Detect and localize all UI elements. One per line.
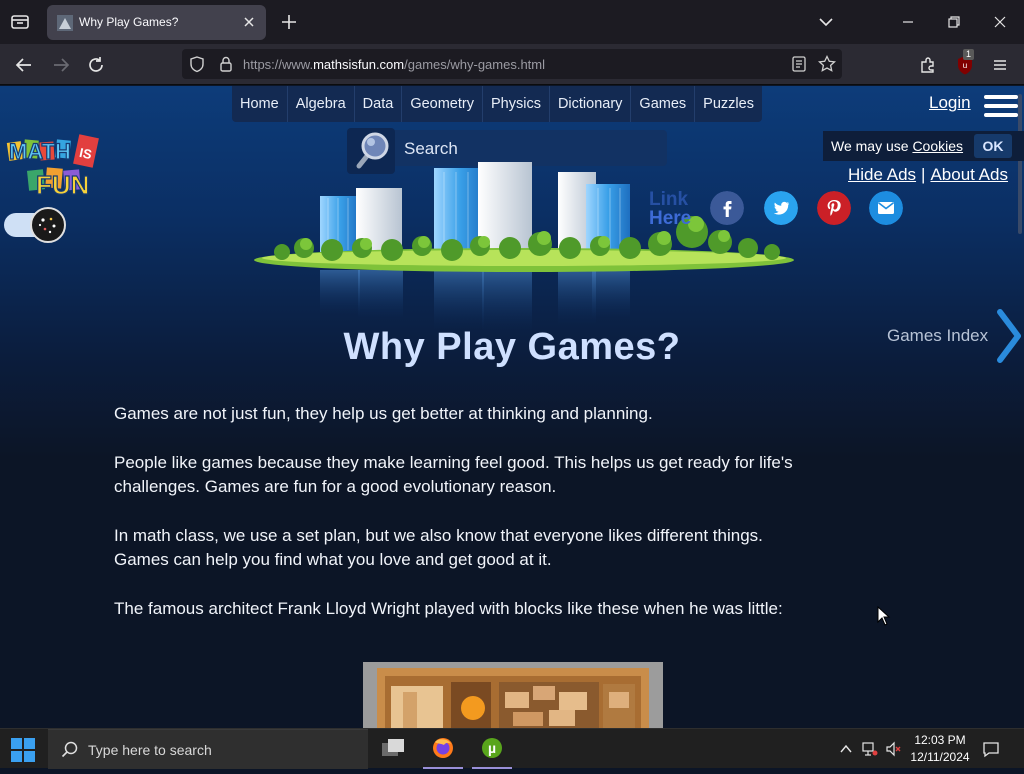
nav-home[interactable]: Home [232,86,288,122]
extension-badge-count: 1 [963,49,975,60]
site-menu-hamburger-icon[interactable] [984,92,1018,124]
minimize-window-icon[interactable] [898,12,918,32]
page-scrollbar[interactable] [1018,94,1022,234]
site-search-box[interactable]: Search [347,128,667,174]
taskbar-search-placeholder: Type here to search [88,742,212,758]
cookie-ok-button[interactable]: OK [974,134,1012,158]
restore-window-icon[interactable] [944,12,964,32]
wooden-blocks-photo [363,662,663,728]
firefox-taskbar-icon[interactable] [420,729,466,769]
about-ads-link[interactable]: About Ads [930,165,1008,184]
bookmark-star-icon[interactable] [817,54,837,74]
volume-muted-icon[interactable] [886,741,902,757]
pinterest-share-icon[interactable] [817,191,851,225]
new-tab-icon[interactable] [280,13,298,31]
taskbar-search-box[interactable]: Type here to search [48,729,368,769]
logo-text-math: MATH [9,139,71,164]
email-share-icon[interactable] [869,191,903,225]
close-tab-icon[interactable] [240,13,258,31]
browser-tab-active[interactable]: Why Play Games? [47,5,266,40]
nav-games[interactable]: Games [631,86,696,122]
tab-title: Why Play Games? [79,15,179,29]
tab-favicon-icon [57,15,73,31]
paragraph: The famous architect Frank Lloyd Wright … [114,598,783,618]
cookies-link[interactable]: Cookies [912,138,963,154]
windows-start-icon[interactable] [11,738,35,762]
task-view-app-icon[interactable] [370,729,416,769]
nav-physics[interactable]: Physics [483,86,550,122]
nav-data[interactable]: Data [355,86,403,122]
windows-taskbar: Type here to search µ 12:03 PM 12/11/202… [0,728,1024,769]
tracking-protection-shield-icon[interactable] [188,55,206,73]
twitter-share-icon[interactable] [764,191,798,225]
search-icon [61,741,78,758]
url-text: https://www.mathsisfun.com/games/why-gam… [243,57,546,72]
city-island-banner-image [254,162,794,332]
page-title: Why Play Games? [343,326,681,368]
utorrent-taskbar-icon[interactable]: µ [469,729,515,769]
nav-puzzles[interactable]: Puzzles [695,86,762,122]
list-all-tabs-icon[interactable] [8,11,32,33]
link-here-button[interactable]: Link Here [649,190,691,228]
network-icon[interactable] [862,741,878,757]
cookie-notice: We may use Cookies OK [823,131,1024,161]
forward-arrow-icon[interactable] [50,54,72,76]
browser-toolbar: https://www.mathsisfun.com/games/why-gam… [0,44,1024,85]
svg-text:µ: µ [488,740,496,756]
login-link[interactable]: Login [929,93,971,113]
clock-date: 12/11/2024 [910,750,970,764]
site-main-nav: Home Algebra Data Geometry Physics Dicti… [232,86,762,122]
hide-ads-link[interactable]: Hide Ads [848,165,916,184]
ad-links: Hide Ads | About Ads [848,165,1008,185]
lock-icon[interactable] [217,55,235,73]
nav-dictionary[interactable]: Dictionary [550,86,632,122]
nav-geometry[interactable]: Geometry [402,86,483,122]
mouse-cursor-icon [877,606,891,626]
math-is-fun-logo[interactable]: MATH IS FUN [6,134,114,206]
app-menu-icon[interactable] [990,55,1010,75]
paragraph: People like games because they make lear… [114,452,793,497]
nav-algebra[interactable]: Algebra [288,86,355,122]
browser-tab-bar: Why Play Games? [0,0,1024,44]
clock-time: 12:03 PM [914,733,966,747]
logo-text-fun: FUN [36,170,89,200]
paragraph: In math class, we use a set plan, but we… [114,525,763,570]
notifications-icon[interactable] [982,740,1000,758]
cookie-notice-text: We may use [831,138,909,154]
web-page: Home Algebra Data Geometry Physics Dicti… [0,86,1024,728]
facebook-share-icon[interactable] [710,191,744,225]
show-hidden-icons-chevron-icon[interactable] [838,741,854,757]
tab-overflow-chevron-icon[interactable] [816,12,836,32]
back-arrow-icon[interactable] [13,54,35,76]
ublock-extension-icon[interactable]: u 1 [955,49,975,76]
ad-links-separator: | [921,165,926,184]
taskbar-clock[interactable]: 12:03 PM 12/11/2024 [904,732,976,766]
paragraph: Games are not just fun, they help us get… [114,404,653,423]
search-label: Search [404,139,458,158]
extensions-puzzle-icon[interactable] [918,55,938,75]
svg-text:u: u [963,61,967,70]
address-bar[interactable]: https://www.mathsisfun.com/games/why-gam… [182,49,842,79]
dark-mode-toggle[interactable] [3,206,67,244]
article-content: Games are not just fun, they help us get… [114,402,814,645]
reload-icon[interactable] [85,54,107,76]
close-window-icon[interactable] [990,12,1010,32]
reader-view-icon[interactable] [790,55,808,73]
